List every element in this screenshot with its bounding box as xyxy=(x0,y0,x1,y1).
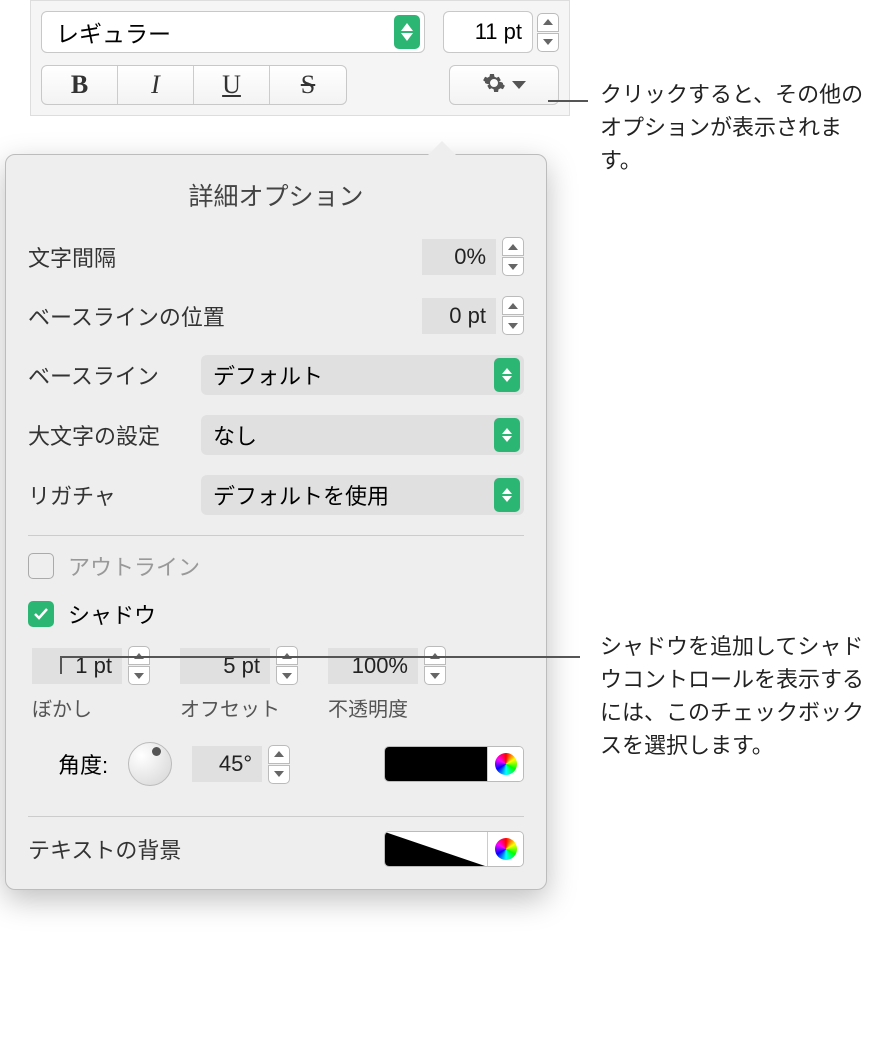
shadow-opacity-stepper[interactable] xyxy=(424,646,446,685)
char-spacing-input[interactable]: 0% xyxy=(422,239,496,275)
dropdown-arrows-icon xyxy=(494,358,520,392)
color-wheel-icon xyxy=(495,838,517,860)
text-bg-color-well[interactable] xyxy=(384,831,524,867)
angle-indicator-icon xyxy=(152,747,161,756)
font-size-input[interactable]: 11 pt xyxy=(443,11,533,53)
stepper-down-icon[interactable] xyxy=(537,33,559,52)
ligature-label: リガチャ xyxy=(28,479,183,511)
baseline-pos-label: ベースラインの位置 xyxy=(28,300,225,332)
callout-line xyxy=(548,100,588,102)
shadow-opacity-caption: 不透明度 xyxy=(328,693,408,722)
caps-label: 大文字の設定 xyxy=(28,419,183,451)
font-row: レギュラー 11 pt xyxy=(41,11,559,53)
baseline-label: ベースライン xyxy=(28,359,183,391)
advanced-options-button[interactable] xyxy=(449,65,559,105)
stepper-down-icon[interactable] xyxy=(424,666,446,685)
stepper-down-icon[interactable] xyxy=(502,257,524,276)
angle-dial[interactable] xyxy=(128,742,172,786)
popover-title: 詳細オプション xyxy=(28,177,524,213)
font-size-stepper[interactable] xyxy=(537,13,559,52)
stepper-up-icon[interactable] xyxy=(268,745,290,764)
inspector-panel: レギュラー 11 pt B I U S xyxy=(30,0,570,116)
baseline-pos-row: ベースラインの位置 0 pt xyxy=(28,296,524,335)
outline-checkbox[interactable] xyxy=(28,553,54,579)
stepper-down-icon[interactable] xyxy=(128,666,150,685)
char-spacing-row: 文字間隔 0% xyxy=(28,237,524,276)
outline-label: アウトライン xyxy=(68,550,200,582)
callout-line xyxy=(60,656,580,658)
char-spacing-label: 文字間隔 xyxy=(28,241,116,273)
stepper-up-icon[interactable] xyxy=(537,13,559,32)
color-picker-button[interactable] xyxy=(487,832,523,866)
baseline-pos-field: 0 pt xyxy=(422,296,524,335)
font-size-field: 11 pt xyxy=(443,11,559,53)
stepper-up-icon[interactable] xyxy=(502,237,524,256)
text-style-segmented: B I U S xyxy=(41,65,347,105)
font-size-value: 11 pt xyxy=(475,19,522,45)
baseline-value: デフォルト xyxy=(213,359,323,391)
baseline-pos-stepper[interactable] xyxy=(502,296,524,335)
shadow-blur-stepper[interactable] xyxy=(128,646,150,685)
caps-row: 大文字の設定 なし xyxy=(28,415,524,455)
char-spacing-field: 0% xyxy=(422,237,524,276)
baseline-pos-input[interactable]: 0 pt xyxy=(422,298,496,334)
shadow-offset-stepper[interactable] xyxy=(276,646,298,685)
italic-button[interactable]: I xyxy=(118,66,194,104)
advanced-options-popover: 詳細オプション 文字間隔 0% ベースラインの位置 0 pt ベースライン デフ… xyxy=(5,154,547,890)
shadow-blur-input[interactable]: 1 pt xyxy=(32,648,122,684)
stepper-down-icon[interactable] xyxy=(268,765,290,784)
stepper-down-icon[interactable] xyxy=(276,666,298,685)
angle-label: 角度: xyxy=(58,748,108,780)
chevron-down-icon xyxy=(512,76,526,94)
shadow-color-swatch xyxy=(385,747,487,781)
char-spacing-stepper[interactable] xyxy=(502,237,524,276)
baseline-select[interactable]: デフォルト xyxy=(201,355,524,395)
callout-gear: クリックすると、その他のオプションが表示されます。 xyxy=(600,78,870,177)
checkmark-icon xyxy=(33,607,49,621)
angle-field: 45° xyxy=(192,745,290,784)
shadow-offset-input[interactable]: 5 pt xyxy=(180,648,270,684)
font-style-select[interactable]: レギュラー xyxy=(41,11,425,53)
dropdown-arrows-icon xyxy=(394,15,420,49)
angle-input[interactable]: 45° xyxy=(192,746,262,782)
shadow-checkbox[interactable] xyxy=(28,601,54,627)
text-background-row: テキストの背景 xyxy=(28,831,524,867)
color-wheel-icon xyxy=(495,753,517,775)
callout-shadow: シャドウを追加してシャドウコントロールを表示するには、このチェックボックスを選択… xyxy=(600,630,880,762)
shadow-color-well[interactable] xyxy=(384,746,524,782)
shadow-row: シャドウ xyxy=(28,598,524,630)
caps-value: なし xyxy=(213,419,257,451)
text-bg-label: テキストの背景 xyxy=(28,833,181,865)
ligature-value: デフォルトを使用 xyxy=(213,479,389,511)
underline-button[interactable]: U xyxy=(194,66,270,104)
dropdown-arrows-icon xyxy=(494,418,520,452)
shadow-angle-row: 角度: 45° xyxy=(58,742,524,786)
gear-icon xyxy=(482,71,506,100)
ligature-select[interactable]: デフォルトを使用 xyxy=(201,475,524,515)
ligature-row: リガチャ デフォルトを使用 xyxy=(28,475,524,515)
divider xyxy=(28,816,524,817)
baseline-row: ベースライン デフォルト xyxy=(28,355,524,395)
stepper-down-icon[interactable] xyxy=(502,316,524,335)
strike-button[interactable]: S xyxy=(270,66,346,104)
callout-line xyxy=(60,656,62,674)
angle-stepper[interactable] xyxy=(268,745,290,784)
font-style-value: レギュラー xyxy=(56,15,171,49)
text-style-row: B I U S xyxy=(41,65,559,105)
shadow-label: シャドウ xyxy=(68,598,156,630)
shadow-offset-caption: オフセット xyxy=(180,693,280,722)
stepper-up-icon[interactable] xyxy=(502,296,524,315)
outline-row: アウトライン xyxy=(28,550,524,582)
shadow-blur-caption: ぼかし xyxy=(32,693,92,722)
caps-select[interactable]: なし xyxy=(201,415,524,455)
text-bg-swatch xyxy=(385,832,487,866)
divider xyxy=(28,535,524,536)
color-picker-button[interactable] xyxy=(487,747,523,781)
shadow-opacity-input[interactable]: 100% xyxy=(328,648,418,684)
dropdown-arrows-icon xyxy=(494,478,520,512)
bold-button[interactable]: B xyxy=(42,66,118,104)
